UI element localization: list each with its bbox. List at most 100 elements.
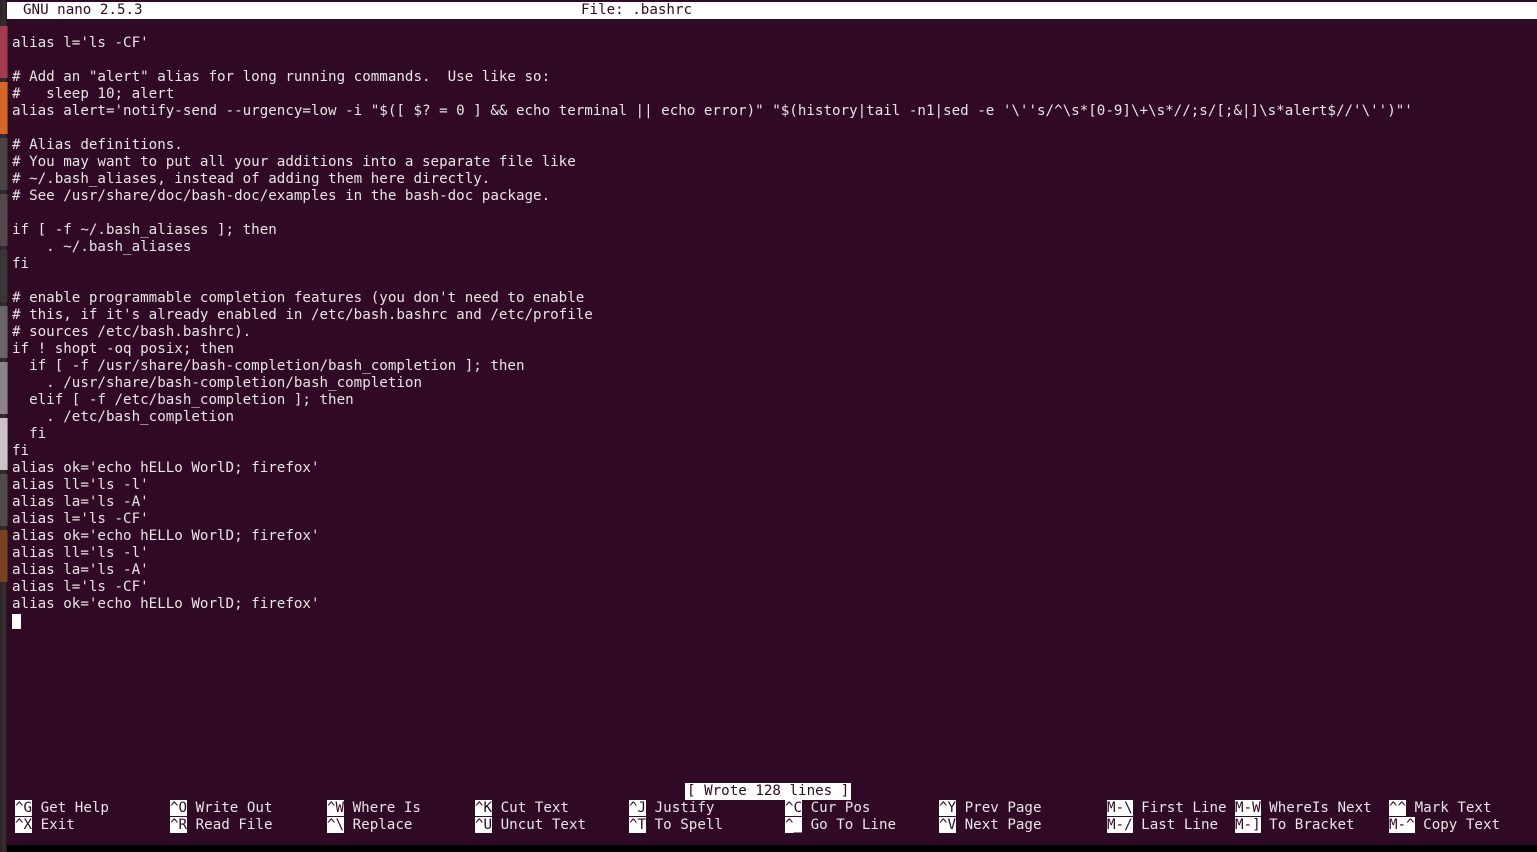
launcher-icon[interactable] — [0, 82, 8, 134]
editor-line[interactable]: alias ok='echo hELLo WorlD; firefox' — [7, 460, 1537, 477]
editor-line[interactable]: # enable programmable completion feature… — [7, 290, 1537, 307]
shortcut-column: ^C Cur Pos ^_ Go To Line — [785, 800, 896, 834]
editor-line[interactable]: # ~/.bash_aliases, instead of adding the… — [7, 171, 1537, 188]
launcher-icon[interactable] — [0, 250, 8, 302]
shortcut-label: Get Help — [32, 800, 109, 816]
editor-line[interactable]: # You may want to put all your additions… — [7, 154, 1537, 171]
shortcut-label: Next Page — [956, 817, 1042, 833]
editor-line[interactable]: alias ok='echo hELLo WorlD; firefox' — [7, 596, 1537, 613]
shortcut-item[interactable]: ^W Where Is — [327, 800, 421, 817]
shortcut-item[interactable]: M-] To Bracket — [1235, 817, 1372, 834]
editor-line[interactable]: # See /usr/share/doc/bash-doc/examples i… — [7, 188, 1537, 205]
editor-line[interactable]: # Alias definitions. — [7, 137, 1537, 154]
editor-line[interactable]: alias la='ls -A' — [7, 562, 1537, 579]
editor-line[interactable]: elif [ -f /etc/bash_completion ]; then — [7, 392, 1537, 409]
editor-line[interactable]: alias l='ls -CF' — [7, 35, 1537, 52]
editor-line[interactable]: alias alert='notify-send --urgency=low -… — [7, 103, 1537, 120]
shortcut-key: M-\ — [1107, 800, 1133, 816]
shortcut-item[interactable]: ^O Write Out — [170, 800, 273, 817]
shortcut-item[interactable]: ^_ Go To Line — [785, 817, 896, 834]
shortcut-label: Copy Text — [1414, 817, 1501, 833]
nano-filename-label: File: .bashrc — [581, 2, 693, 18]
editor-line[interactable]: if [ -f ~/.bash_aliases ]; then — [7, 222, 1537, 239]
shortcut-item[interactable]: ^R Read File — [170, 817, 273, 834]
editor-line[interactable]: alias l='ls -CF' — [7, 579, 1537, 596]
shortcut-item[interactable]: ^\ Replace — [327, 817, 421, 834]
editor-line[interactable] — [7, 613, 1537, 630]
editor-line[interactable]: fi — [7, 443, 1537, 460]
shortcut-label: Write Out — [187, 800, 273, 816]
shortcut-key: ^V — [939, 817, 957, 833]
launcher-icon[interactable] — [0, 530, 8, 582]
launcher-icon[interactable] — [0, 138, 8, 190]
shortcut-item[interactable]: ^T To Spell — [629, 817, 723, 834]
launcher-icon[interactable] — [0, 362, 8, 414]
shortcut-label: To Bracket — [1260, 817, 1355, 833]
editor-line[interactable]: # sleep 10; alert — [7, 86, 1537, 103]
shortcut-item[interactable]: ^J Justify — [629, 800, 723, 817]
shortcut-key: M-^ — [1389, 817, 1415, 833]
shortcut-key: M-/ — [1107, 817, 1133, 833]
shortcut-column: ^J Justify ^T To Spell — [629, 800, 723, 834]
shortcut-key: M-] — [1235, 817, 1261, 833]
shortcut-key: ^O — [170, 800, 188, 816]
editor-line[interactable]: . /etc/bash_completion — [7, 409, 1537, 426]
shortcut-key: M-W — [1235, 800, 1261, 816]
editor-line[interactable]: alias ll='ls -l' — [7, 545, 1537, 562]
launcher-icon[interactable] — [0, 306, 8, 358]
launcher-icon[interactable] — [0, 26, 8, 78]
editor-line[interactable]: if ! shopt -oq posix; then — [7, 341, 1537, 358]
shortcut-item[interactable]: M-\ First Line — [1107, 800, 1227, 817]
shortcut-item[interactable]: ^U Uncut Text — [475, 817, 586, 834]
shortcut-label: First Line — [1132, 800, 1227, 816]
shortcut-label: Mark Text — [1406, 800, 1492, 816]
shortcut-label: Prev Page — [956, 800, 1042, 816]
nano-text-area[interactable]: alias l='ls -CF' # Add an "alert" alias … — [7, 35, 1537, 630]
editor-line[interactable]: alias la='ls -A' — [7, 494, 1537, 511]
editor-line[interactable]: alias l='ls -CF' — [7, 511, 1537, 528]
editor-line[interactable]: fi — [7, 426, 1537, 443]
editor-line[interactable] — [7, 205, 1537, 222]
shortcut-item[interactable]: ^X Exit — [15, 817, 109, 834]
editor-line[interactable]: if [ -f /usr/share/bash-completion/bash_… — [7, 358, 1537, 375]
editor-line[interactable]: alias ok='echo hELLo WorlD; firefox' — [7, 528, 1537, 545]
shortcut-label: Read File — [187, 817, 273, 833]
shortcut-item[interactable]: M-^ Copy Text — [1389, 817, 1500, 834]
shortcut-key: ^W — [327, 800, 345, 816]
shortcut-item[interactable]: ^Y Prev Page — [939, 800, 1042, 817]
launcher-icon[interactable] — [0, 194, 8, 246]
shortcut-key: ^J — [629, 800, 647, 816]
editor-line[interactable]: alias ll='ls -l' — [7, 477, 1537, 494]
editor-line[interactable] — [7, 273, 1537, 290]
shortcut-item[interactable]: ^V Next Page — [939, 817, 1042, 834]
editor-line[interactable]: . /usr/share/bash-completion/bash_comple… — [7, 375, 1537, 392]
shortcut-key: ^C — [785, 800, 803, 816]
editor-line[interactable]: . ~/.bash_aliases — [7, 239, 1537, 256]
shortcut-column: ^^ Mark Text M-^ Copy Text — [1389, 800, 1500, 834]
shortcut-item[interactable]: ^C Cur Pos — [785, 800, 896, 817]
shortcut-label: Replace — [344, 817, 413, 833]
editor-line[interactable] — [7, 120, 1537, 137]
unity-launcher-sliver[interactable] — [0, 0, 8, 852]
shortcut-column: M-\ First Line M-/ Last Line — [1107, 800, 1227, 834]
terminal-screen: GNU nano 2.5.3 File: .bashrc alias l='ls… — [0, 0, 1537, 852]
shortcut-item[interactable]: ^K Cut Text — [475, 800, 586, 817]
editor-line[interactable]: # Add an "alert" alias for long running … — [7, 69, 1537, 86]
shortcut-label: WhereIs Next — [1260, 800, 1372, 816]
screen-bottom-strip — [0, 845, 1537, 852]
shortcut-item[interactable]: M-/ Last Line — [1107, 817, 1227, 834]
shortcut-key: ^R — [170, 817, 188, 833]
editor-line[interactable]: fi — [7, 256, 1537, 273]
text-cursor — [12, 614, 21, 629]
editor-line[interactable] — [7, 52, 1537, 69]
shortcut-item[interactable]: ^G Get Help — [15, 800, 109, 817]
shortcut-column: ^O Write Out ^R Read File — [170, 800, 273, 834]
shortcut-item[interactable]: M-W WhereIs Next — [1235, 800, 1372, 817]
shortcut-item[interactable]: ^^ Mark Text — [1389, 800, 1500, 817]
launcher-icon[interactable] — [0, 418, 8, 470]
nano-title-bar: GNU nano 2.5.3 File: .bashrc — [7, 2, 1537, 19]
editor-line[interactable]: # this, if it's already enabled in /etc/… — [7, 307, 1537, 324]
shortcut-column: M-W WhereIs Next M-] To Bracket — [1235, 800, 1372, 834]
editor-line[interactable]: # sources /etc/bash.bashrc). — [7, 324, 1537, 341]
launcher-icon[interactable] — [0, 474, 8, 526]
